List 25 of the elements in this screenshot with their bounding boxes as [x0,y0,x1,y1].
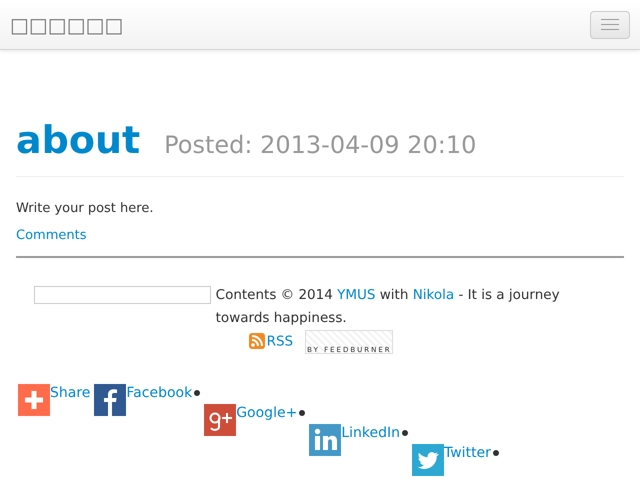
linkedin-icon[interactable] [309,424,342,456]
footer-link[interactable]: Nikola [412,286,454,303]
social-link[interactable]: LinkedIn [341,424,400,442]
brand-link[interactable]: □□□□□□ [10,10,124,40]
social-link[interactable]: Facebook [126,384,192,402]
share-icon[interactable] [18,384,50,416]
post-title: about [16,118,140,164]
share-link[interactable]: Share [50,384,90,402]
social-link[interactable]: Google+ [236,404,298,422]
comments-link[interactable]: Comments [16,226,86,246]
menu-button[interactable] [590,10,630,38]
footer-link[interactable]: YMUS [337,286,376,303]
bullet-dot [402,430,408,436]
twitter-icon[interactable] [412,444,444,476]
post-date: Posted: 2013-04-09 20:10 [164,130,476,161]
rss-link[interactable]: RSS [266,333,294,350]
social-link[interactable]: Twitter [444,444,491,462]
bullet-dot [299,410,306,416]
bullet-dot [194,390,200,396]
bullet-dot [492,450,499,456]
post-body: Write your post here. [16,200,154,218]
facebook-icon[interactable] [94,384,126,416]
search-field[interactable] [34,286,212,304]
footer-text: Contents © 2014 YMUS with Nikola - It is a journey towards happiness. [216,286,561,328]
google-icon[interactable] [204,404,236,436]
